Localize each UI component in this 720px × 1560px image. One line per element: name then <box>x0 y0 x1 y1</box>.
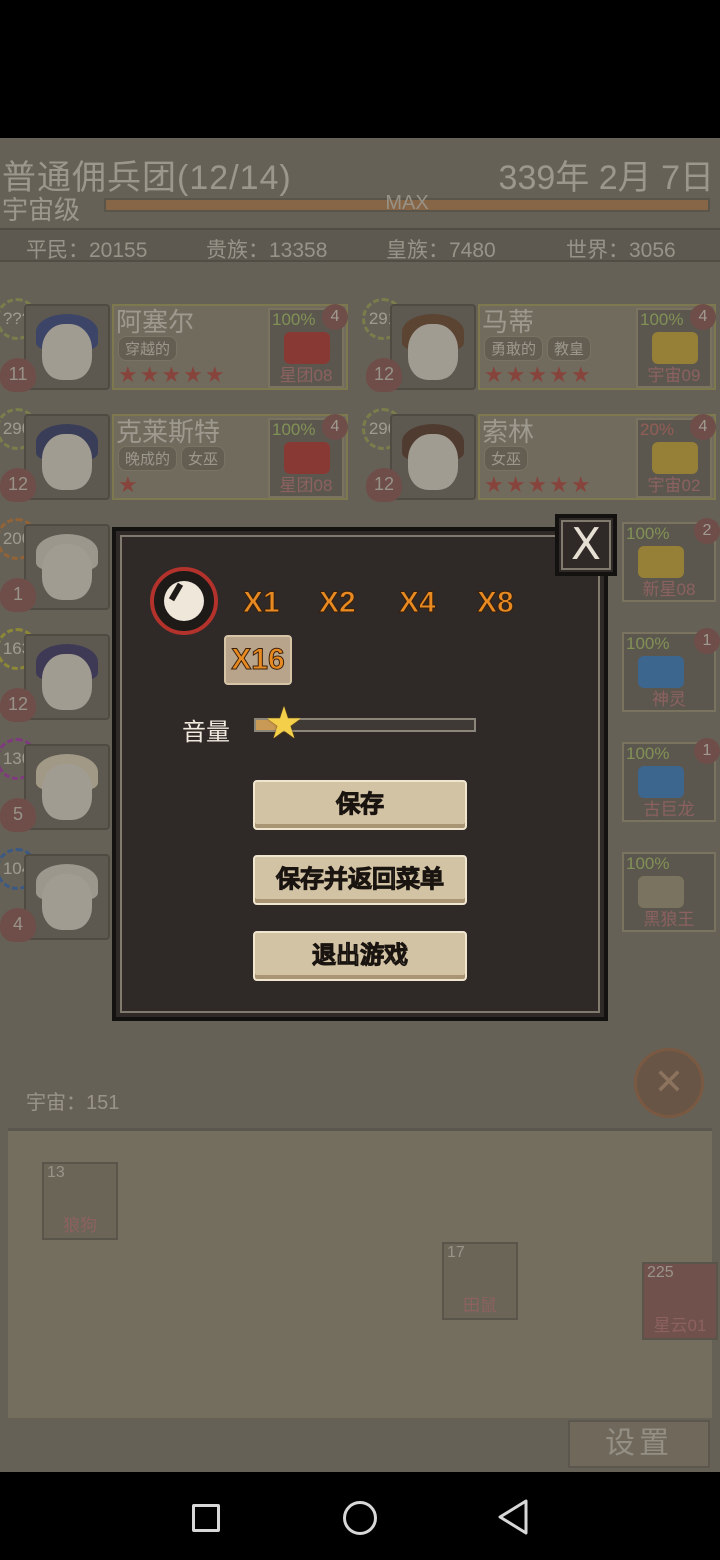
home-icon[interactable] <box>343 1501 377 1535</box>
close-label: X <box>570 519 602 570</box>
system-navbar <box>0 1472 720 1560</box>
quit-button[interactable]: 退出游戏 <box>253 931 467 981</box>
back-icon[interactable] <box>496 1498 530 1536</box>
recent-apps-icon[interactable] <box>192 1504 220 1532</box>
close-button[interactable]: X <box>555 514 617 576</box>
speed-x16-button[interactable]: X16 <box>224 635 292 685</box>
clock-icon <box>150 567 218 635</box>
save-return-button[interactable]: 保存并返回菜单 <box>253 855 467 905</box>
speed-x1-button[interactable]: X1 <box>243 586 281 620</box>
speed-x4-button[interactable]: X4 <box>399 586 437 620</box>
speed-x8-button[interactable]: X8 <box>477 586 515 620</box>
speed-x2-button[interactable]: X2 <box>319 586 357 620</box>
status-bar <box>0 0 720 138</box>
save-button[interactable]: 保存 <box>253 780 467 830</box>
volume-label: 音量 <box>182 719 230 746</box>
star-icon[interactable]: ★ <box>262 702 306 746</box>
